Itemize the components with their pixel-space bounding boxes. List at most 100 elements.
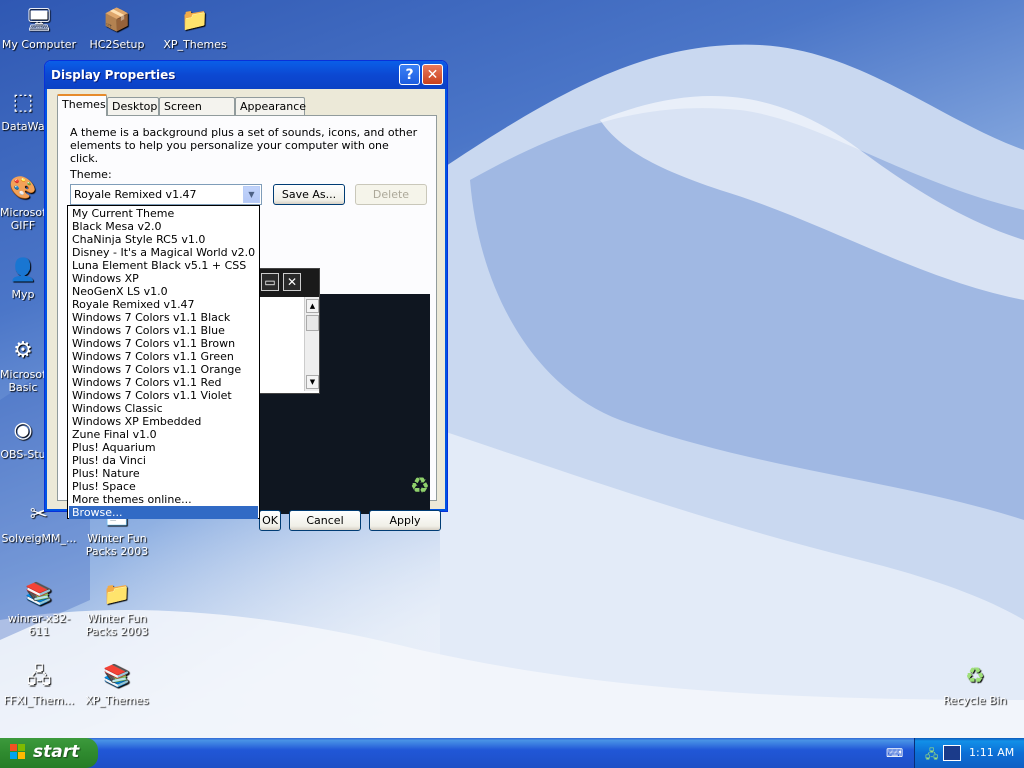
desktop-icon-label: SolveigMM_... bbox=[1, 532, 77, 545]
keyboard-icon[interactable]: ⌨ bbox=[886, 746, 903, 760]
theme-option[interactable]: My Current Theme bbox=[69, 207, 258, 220]
theme-option[interactable]: Plus! Nature bbox=[69, 467, 258, 480]
scroll-thumb bbox=[306, 315, 319, 331]
desktop-icon-label: Microsof Basic bbox=[0, 368, 46, 394]
desktop-icon-label: Myp bbox=[11, 288, 35, 301]
cancel-button[interactable]: Cancel bbox=[289, 510, 361, 531]
computer-icon: 🖥 bbox=[25, 7, 53, 33]
installer-icon: 📦 bbox=[103, 7, 131, 33]
theme-option[interactable]: Windows 7 Colors v1.1 Blue bbox=[69, 324, 258, 337]
network-icon: 🖧 bbox=[26, 663, 52, 689]
desktop-icon-label: FFXI_Them... bbox=[3, 694, 75, 707]
theme-select-value: Royale Remixed v1.47 bbox=[74, 188, 197, 201]
tab-screen-saver[interactable]: Screen Saver bbox=[159, 97, 235, 131]
tab-appearance[interactable]: Appearance bbox=[235, 97, 306, 115]
network-tray-icon[interactable]: 🖧 bbox=[925, 745, 939, 761]
desktop-icon-recycle-bin[interactable]: ♻ Recycle Bin bbox=[936, 660, 1014, 707]
archive-icon: 📚 bbox=[25, 581, 53, 607]
theme-option[interactable]: NeoGenX LS v1.0 bbox=[69, 285, 258, 298]
theme-select[interactable]: Royale Remixed v1.47 ▼ bbox=[70, 184, 262, 205]
theme-dropdown-list: My Current Theme Black Mesa v2.0 ChaNinja … bbox=[67, 205, 260, 519]
theme-option[interactable]: Browse... bbox=[69, 506, 258, 519]
folder-icon: 📁 bbox=[181, 7, 209, 33]
theme-option[interactable]: Windows Classic bbox=[69, 402, 258, 415]
desktop-icon-ffxi-themes[interactable]: 🖧 FFXI_Them... bbox=[0, 660, 78, 707]
desktop-icon-xp-themes-folder[interactable]: 📁 XP_Themes bbox=[156, 4, 234, 51]
theme-option[interactable]: Windows 7 Colors v1.1 Green bbox=[69, 350, 258, 363]
preview-title-bar: ▭ ✕ bbox=[259, 269, 319, 297]
desktop-icon-datawa[interactable]: ⬚ DataWa bbox=[0, 86, 46, 133]
theme-option[interactable]: Black Mesa v2.0 bbox=[69, 220, 258, 233]
maximize-icon: ▭ bbox=[261, 273, 279, 291]
theme-option[interactable]: More themes online... bbox=[69, 493, 258, 506]
folder-icon: 📁 bbox=[103, 581, 131, 607]
desktop-icon-label: Microsof GIFF bbox=[0, 206, 46, 232]
title-bar[interactable]: Display Properties ? ✕ bbox=[45, 61, 447, 89]
monitor-tray-icon[interactable] bbox=[943, 745, 961, 761]
recycle-bin-icon: ♻ bbox=[410, 474, 430, 499]
desktop-icon-label: HC2Setup bbox=[89, 38, 145, 51]
shortcut-icon: ⬚ bbox=[12, 89, 34, 115]
ok-button[interactable]: OK bbox=[259, 510, 281, 531]
desktop-icon-microsoft-basic[interactable]: ⚙ Microsof Basic bbox=[0, 334, 46, 394]
theme-option[interactable]: Royale Remixed v1.47 bbox=[69, 298, 258, 311]
themes-description: A theme is a background plus a set of so… bbox=[70, 126, 418, 165]
theme-option[interactable]: Luna Element Black v5.1 + CSS bbox=[69, 259, 258, 272]
theme-option[interactable]: Windows 7 Colors v1.1 Violet bbox=[69, 389, 258, 402]
chevron-down-icon[interactable]: ▼ bbox=[243, 186, 260, 203]
desktop-icon-label: DataWa bbox=[1, 120, 45, 133]
theme-option[interactable]: Windows 7 Colors v1.1 Red bbox=[69, 376, 258, 389]
scroll-down-icon: ▼ bbox=[306, 375, 319, 389]
theme-option[interactable]: Windows 7 Colors v1.1 Brown bbox=[69, 337, 258, 350]
desktop-icon-label: Winter Fun Packs 2003 bbox=[85, 532, 149, 558]
help-button[interactable]: ? bbox=[399, 64, 420, 85]
window-title: Display Properties bbox=[51, 68, 176, 82]
desktop-icon-winrar[interactable]: 📚 winrar-x32-611 bbox=[0, 578, 78, 638]
theme-option[interactable]: Disney - It's a Magical World v2.0 bbox=[69, 246, 258, 259]
desktop-icon-label: Winter Fun Packs 2003 bbox=[85, 612, 149, 638]
desktop-icon-hc2setup[interactable]: 📦 HC2Setup bbox=[78, 4, 156, 51]
desktop-icon-label: OBS-Stu bbox=[0, 448, 46, 461]
windows-logo-icon bbox=[10, 744, 25, 759]
scroll-up-icon: ▲ bbox=[306, 299, 319, 313]
desktop-icon-label: XP_Themes bbox=[85, 694, 149, 707]
system-tray: 🖧 1:11 AM bbox=[914, 738, 1024, 768]
desktop-icon-xp-themes-archive[interactable]: 📚 XP_Themes bbox=[78, 660, 156, 707]
desktop-icon-label: Recycle Bin bbox=[943, 694, 1007, 707]
desktop-icon-obs-studio[interactable]: ◉ OBS-Stu bbox=[0, 414, 46, 461]
theme-option[interactable]: Plus! Space bbox=[69, 480, 258, 493]
desktop-icon-label: My Computer bbox=[1, 38, 77, 51]
save-as-button[interactable]: Save As... bbox=[273, 184, 345, 205]
clock[interactable]: 1:11 AM bbox=[969, 746, 1014, 759]
taskbar: start 🖧 1:11 AM bbox=[0, 738, 1024, 768]
start-label: start bbox=[33, 742, 80, 762]
recycle-bin-icon: ♻ bbox=[965, 663, 985, 689]
delete-button: Delete bbox=[355, 184, 427, 205]
theme-label: Theme: bbox=[70, 168, 112, 181]
desktop-icon-myp[interactable]: 👤 Myp bbox=[0, 254, 46, 301]
desktop-icon-my-computer[interactable]: 🖥 My Computer bbox=[0, 4, 78, 51]
close-button[interactable]: ✕ bbox=[422, 64, 443, 85]
theme-option[interactable]: Zune Final v1.0 bbox=[69, 428, 258, 441]
close-icon: ✕ bbox=[283, 273, 301, 291]
theme-option[interactable]: Windows XP Embedded bbox=[69, 415, 258, 428]
start-button[interactable]: start bbox=[0, 738, 98, 768]
apply-button[interactable]: Apply bbox=[369, 510, 441, 531]
desktop-icon-label: XP_Themes bbox=[163, 38, 227, 51]
archive-icon: 📚 bbox=[103, 663, 131, 689]
theme-option[interactable]: Windows 7 Colors v1.1 Black bbox=[69, 311, 258, 324]
theme-option[interactable]: Windows XP bbox=[69, 272, 258, 285]
desktop-icon-label: winrar-x32-611 bbox=[7, 612, 71, 638]
theme-option[interactable]: Plus! Aquarium bbox=[69, 441, 258, 454]
theme-option[interactable]: Windows 7 Colors v1.1 Orange bbox=[69, 363, 258, 376]
user-icon: 👤 bbox=[9, 257, 37, 283]
theme-option[interactable]: Plus! da Vinci bbox=[69, 454, 258, 467]
tab-desktop[interactable]: Desktop bbox=[107, 97, 159, 115]
tab-themes[interactable]: Themes bbox=[57, 94, 107, 116]
desktop-icon-microsoft-giff[interactable]: 🎨 Microsof GIFF bbox=[0, 172, 46, 232]
paint-icon: 🎨 bbox=[9, 175, 37, 201]
desktop-icon-winter-fun-packs-folder[interactable]: 📁 Winter Fun Packs 2003 bbox=[78, 578, 156, 638]
program-icon: ⚙ bbox=[13, 337, 33, 363]
obs-icon: ◉ bbox=[13, 417, 33, 443]
theme-option[interactable]: ChaNinja Style RC5 v1.0 bbox=[69, 233, 258, 246]
